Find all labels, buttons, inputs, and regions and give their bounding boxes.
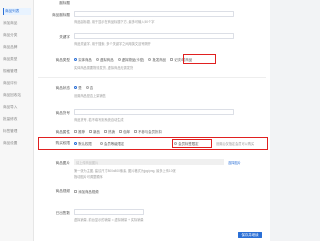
permission-option-label: 会员等级限定 — [103, 142, 125, 146]
status-option-no[interactable]: 否 — [85, 85, 94, 90]
keywords-label: 关键字 — [59, 35, 70, 39]
image-hint-2: 拖动图片可调整顺序 — [74, 175, 103, 179]
sidebar-item-goods-list[interactable]: 商品列表 — [3, 8, 31, 15]
attr-option-label: 热销 — [108, 130, 115, 134]
permission-option-tag[interactable]: 会员标签限定 — [174, 141, 199, 146]
image-placeholder: 请上传商品图片 — [76, 161, 99, 165]
checkbox-icon — [74, 190, 77, 193]
type-option-label: 实体商品 — [78, 58, 92, 62]
permission-option-label: 会员标签限定 — [178, 142, 199, 146]
radio-dot-icon — [74, 142, 77, 145]
checkbox-icon — [133, 130, 137, 133]
status-hint: 设置商品是否上架销售 — [74, 94, 106, 98]
type-option-label: 虚拟商品 — [99, 58, 114, 62]
radio-dot-icon — [74, 58, 77, 61]
checkbox-icon — [170, 58, 174, 61]
attr-option-label: 新品 — [93, 130, 100, 134]
checkbox-icon — [88, 130, 92, 133]
sidebar-item-add-goods[interactable]: 添加商品 — [3, 20, 31, 27]
status-option-yes[interactable]: 是 — [74, 85, 82, 90]
video-check[interactable]: 添加商品视频 — [74, 189, 99, 194]
radio-dot-icon — [95, 58, 99, 61]
sidebar-item-import[interactable]: 商品导入 — [3, 104, 31, 111]
type-label: 商品类型 — [55, 58, 70, 62]
goods-form: 副标题 商品副标题 商品副标题, 用于显示在商品标题下方, 最多可输入50个字 … — [34, 0, 270, 241]
sidebar-item-batch[interactable]: 批量修改 — [3, 116, 31, 123]
type-option-card[interactable]: 虚拟物品(卡密) — [117, 57, 145, 62]
radio-dot-icon — [99, 142, 103, 145]
keywords-input[interactable] — [74, 33, 234, 39]
sidebar-item-brand[interactable]: 商品品牌 — [3, 44, 31, 51]
radio-dot-icon — [174, 142, 177, 145]
attr-label: 商品属性 — [55, 130, 70, 134]
sales-hint: 虚拟销量, 前台显示的销量 = 虚拟销量 + 实际销量 — [74, 218, 144, 222]
name-hint: 商品副标题, 用于显示在商品标题下方, 最多可输入50个字 — [74, 20, 155, 24]
permission-label: 购买权限 — [55, 141, 70, 145]
radio-dot-icon — [148, 58, 152, 61]
attr-freeship-check[interactable]: 包邮 — [118, 129, 130, 134]
sales-label: 已出售数 — [55, 211, 70, 215]
video-check-label: 添加商品视频 — [78, 190, 99, 194]
status-option-label: 否 — [89, 86, 94, 90]
select-image-button[interactable]: 选择图片 — [228, 160, 241, 165]
type-radio-group: 实体商品 虚拟商品 虚拟物品(卡密) 批发商品 记次/时商品 — [74, 57, 192, 62]
sidebar-item-review[interactable]: 商品评价 — [3, 80, 31, 87]
type-option-wholesale[interactable]: 批发商品 — [148, 57, 166, 62]
checkbox-icon — [74, 130, 77, 133]
permission-option-level[interactable]: 会员等级限定 — [99, 141, 125, 146]
type-option-physical[interactable]: 实体商品 — [74, 57, 92, 62]
sidebar: 商品列表 添加商品 商品分类 商品品牌 商品类型 规格管理 商品评价 商品回收站… — [0, 0, 34, 241]
sku-label: 商品货号 — [55, 111, 70, 115]
attr-nodiscount-check[interactable]: 不参与会员折扣 — [133, 129, 162, 134]
checkbox-icon — [118, 130, 122, 133]
sku-hint: 商品货号, 若不填写则系统自动生成 — [74, 118, 124, 122]
sidebar-item-type[interactable]: 商品类型 — [3, 56, 31, 63]
type-option-label: 虚拟物品(卡密) — [121, 58, 145, 62]
sidebar-item-spec[interactable]: 规格管理 — [3, 68, 31, 75]
permission-hint: 设置后仅指定会员可以购买 — [216, 142, 255, 146]
permission-option-default[interactable]: 默认权限 — [74, 141, 92, 146]
sku-input[interactable] — [74, 109, 234, 115]
attr-option-label: 不参与会员折扣 — [138, 130, 162, 134]
sales-input[interactable] — [74, 209, 144, 215]
attr-recommend-check[interactable]: 推荐 — [74, 129, 85, 134]
permission-option-label: 默认权限 — [78, 142, 92, 146]
radio-dot-icon — [74, 86, 77, 89]
sidebar-item-tags[interactable]: 标签管理 — [3, 128, 31, 135]
status-label: 商品状态 — [55, 86, 70, 90]
status-option-label: 是 — [78, 86, 82, 90]
subtitle-label: 副标题 — [59, 1, 70, 5]
save-button[interactable]: 保存并继续 — [238, 232, 262, 238]
name-label: 商品副标题 — [52, 13, 70, 17]
type-option-virtual[interactable]: 虚拟商品 — [95, 57, 114, 62]
attr-new-check[interactable]: 新品 — [88, 129, 100, 134]
sidebar-item-recycle[interactable]: 商品回收站 — [3, 92, 31, 99]
subtitle-input[interactable] — [74, 11, 234, 17]
highlight-box — [183, 54, 216, 64]
radio-dot-icon — [117, 58, 121, 61]
keywords-hint: 商品关键字, 用于搜索, 多个关键字之间用英文逗号隔开 — [74, 42, 151, 46]
type-hint: 实体商品需要物流发货, 虚拟商品无需发货 — [74, 66, 134, 70]
checkbox-icon — [103, 130, 107, 133]
image-label: 商品图片 — [55, 161, 70, 165]
sidebar-item-category[interactable]: 商品分类 — [3, 32, 31, 39]
image-hint-1: 第一张为主图, 建议尺寸800x800像素, 图片格式为jpg/png, 最多上… — [74, 169, 176, 173]
sidebar-item-settings[interactable]: 商品设置 — [3, 140, 31, 147]
attr-hot-check[interactable]: 热销 — [103, 129, 115, 134]
video-label: 商品视频 — [55, 189, 70, 193]
type-option-label: 批发商品 — [152, 58, 167, 62]
radio-dot-icon — [85, 86, 89, 89]
attr-check-group: 推荐 新品 热销 包邮 不参与会员折扣 — [74, 129, 162, 134]
status-radio-group: 是 否 — [74, 85, 93, 90]
permission-radio-group: 默认权限 会员等级限定 — [74, 141, 124, 146]
attr-option-label: 包邮 — [123, 130, 130, 134]
attr-option-label: 推荐 — [78, 130, 85, 134]
divider — [38, 77, 266, 78]
